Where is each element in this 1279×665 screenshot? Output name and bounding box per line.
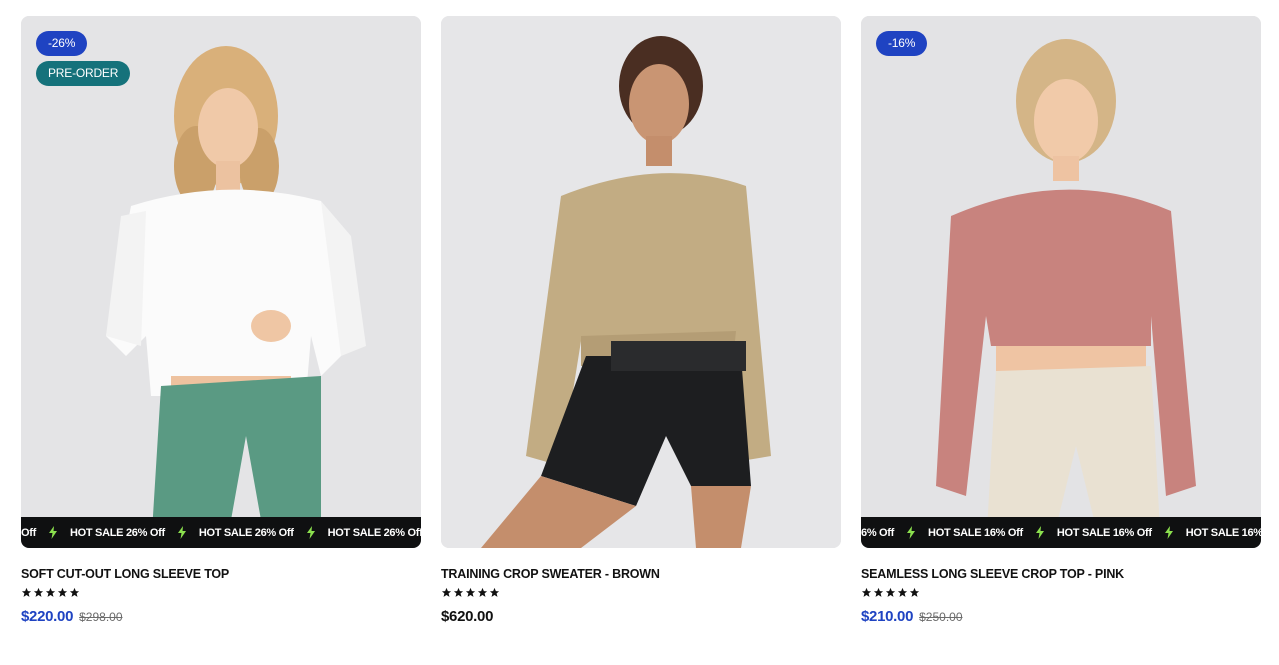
star-icon	[453, 587, 464, 597]
marquee-fragment: Off	[21, 526, 36, 539]
discount-badge: -16%	[876, 31, 928, 56]
lightning-icon	[177, 526, 186, 539]
marquee-text: HOT SALE 16% Off	[1056, 526, 1152, 539]
star-icon	[897, 587, 908, 597]
marquee-item: HOT SALE 16% Off	[1152, 526, 1261, 539]
star-icon	[69, 587, 80, 597]
marquee-item: HOT SALE 26% Off	[36, 526, 165, 539]
lightning-icon	[1035, 526, 1044, 539]
marquee-text: HOT SALE 16% Off	[928, 526, 1023, 539]
compare-price: $298.00	[79, 610, 123, 624]
star-rating	[441, 587, 841, 599]
sale-price: $210.00	[861, 608, 914, 625]
price-row: $210.00 $250.00	[861, 608, 1261, 628]
sale-price: $220.00	[21, 608, 74, 625]
star-rating	[21, 587, 421, 599]
marquee-item: HOT SALE 26% Off	[294, 526, 421, 539]
marquee-text: HOT SALE 26% Off	[327, 526, 421, 539]
product-title[interactable]: SEAMLESS LONG SLEEVE CROP TOP - PINK	[861, 566, 1261, 582]
marquee-item: HOT SALE 26% Off	[165, 526, 294, 539]
lightning-icon	[48, 526, 57, 539]
star-icon	[21, 587, 32, 597]
marquee-item: HOT SALE 16% Off	[894, 526, 1023, 539]
lightning-icon	[907, 526, 916, 539]
product-title[interactable]: SOFT CUT-OUT LONG SLEEVE TOP	[21, 566, 421, 582]
sale-marquee: Off HOT SALE 26% Off HOT SALE 26% Off HO…	[21, 517, 421, 548]
lightning-icon	[306, 526, 315, 539]
product-card: TRAINING CROP SWEATER - BROWN $620.00	[441, 16, 841, 628]
marquee-fragment: 6% Off	[861, 526, 895, 539]
product-grid: -26% PRE-ORDER Off HOT SALE 26% Off HOT …	[21, 16, 1261, 628]
star-icon	[873, 587, 884, 597]
preorder-badge: PRE-ORDER	[36, 61, 131, 86]
lightning-icon	[1164, 526, 1173, 539]
star-icon	[57, 587, 68, 597]
product-photo-icon	[441, 16, 841, 548]
product-photo-icon	[861, 16, 1261, 548]
discount-badge: -26%	[36, 31, 88, 56]
star-icon	[33, 587, 44, 597]
marquee-text: HOT SALE 26% Off	[69, 526, 165, 539]
compare-price: $250.00	[919, 610, 963, 624]
regular-price: $620.00	[441, 608, 494, 625]
product-image-link[interactable]	[441, 16, 841, 548]
star-icon	[441, 587, 452, 597]
price-row: $620.00	[441, 608, 841, 628]
star-icon	[885, 587, 896, 597]
star-icon	[489, 587, 500, 597]
price-row: $220.00 $298.00	[21, 608, 421, 628]
product-photo-icon	[21, 16, 421, 548]
product-image-link[interactable]: -26% PRE-ORDER Off HOT SALE 26% Off HOT …	[21, 16, 421, 548]
sale-marquee: 6% Off HOT SALE 16% Off HOT SALE 16% Off…	[861, 517, 1261, 548]
product-card: -26% PRE-ORDER Off HOT SALE 26% Off HOT …	[21, 16, 421, 628]
marquee-item: HOT SALE 16% Off	[1023, 526, 1152, 539]
product-image-link[interactable]: -16% 6% Off HOT SALE 16% Off HOT SALE 16…	[861, 16, 1261, 548]
product-title[interactable]: TRAINING CROP SWEATER - BROWN	[441, 566, 841, 582]
marquee-text: HOT SALE 16% Off	[1185, 526, 1261, 539]
star-icon	[861, 587, 872, 597]
star-icon	[909, 587, 920, 597]
marquee-text: HOT SALE 26% Off	[198, 526, 294, 539]
star-icon	[465, 587, 476, 597]
star-rating	[861, 587, 1261, 599]
star-icon	[45, 587, 56, 597]
star-icon	[477, 587, 488, 597]
product-card: -16% 6% Off HOT SALE 16% Off HOT SALE 16…	[861, 16, 1261, 628]
